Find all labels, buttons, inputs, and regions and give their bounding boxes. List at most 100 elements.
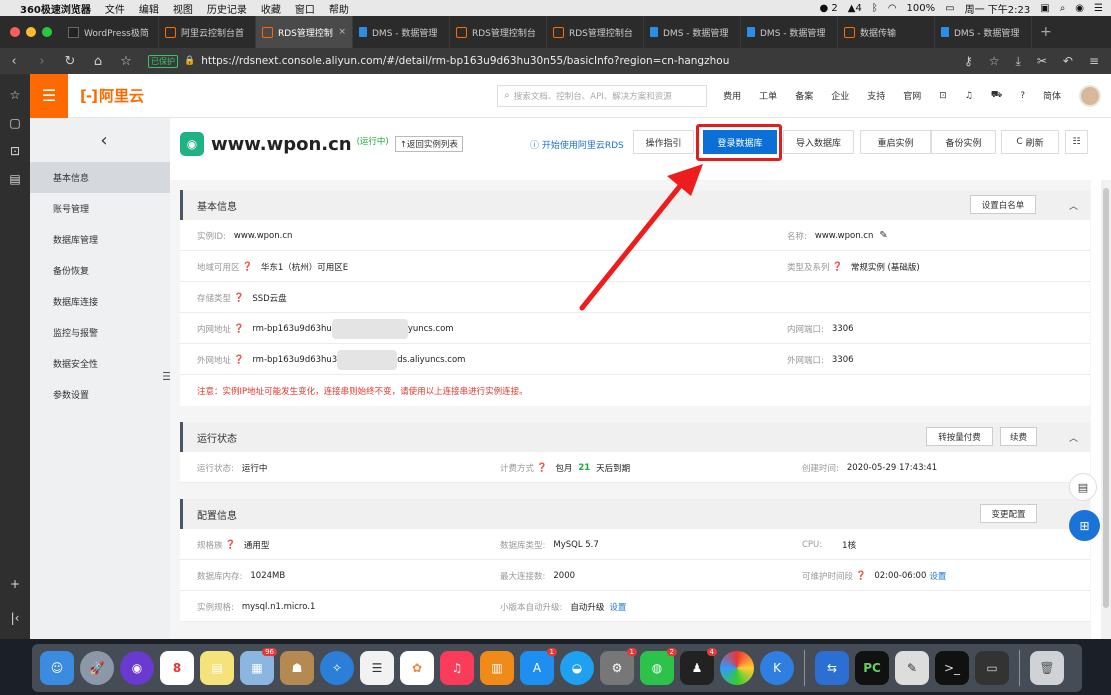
sidebar-item[interactable]: 数据库管理 [30, 224, 170, 255]
bell-icon[interactable]: ♫ [965, 91, 973, 101]
books-icon[interactable]: ▥ [480, 651, 514, 685]
trash-icon[interactable]: 🗑 [1030, 651, 1064, 685]
backup-button[interactable]: 备份实例 [931, 130, 996, 154]
close-window-button[interactable] [10, 27, 20, 37]
bookmark-star-icon[interactable]: ☆ [112, 54, 140, 69]
sidebar-item[interactable]: 数据安全性 [30, 348, 170, 379]
restart-button[interactable]: 重启实例 [860, 130, 931, 154]
home-icon[interactable]: ⌂ [84, 54, 112, 69]
browser-tab[interactable]: DMS - 数据管理 [935, 16, 1032, 48]
url-field[interactable]: 已保护 🔒 https://rdsnext.console.aliyun.com… [148, 54, 729, 68]
extranet-help-icon[interactable]: ❓ [231, 355, 245, 365]
url-text[interactable]: https://rdsnext.console.aliyun.com/#/det… [201, 55, 729, 67]
teamviewer-icon[interactable]: ⇆ [815, 651, 849, 685]
terminal-dock-icon[interactable]: >_ [935, 651, 969, 685]
notes-icon[interactable]: ▤ [200, 651, 234, 685]
browser-tab[interactable]: RDS管理控制 × [256, 16, 353, 48]
wechat-status-icon[interactable]: ● 2 [819, 3, 837, 14]
browser-tab[interactable]: 阿里云控制台首 [159, 16, 256, 48]
download-icon[interactable]: ⤓ [1016, 54, 1021, 69]
help-link[interactable]: ⓘ 开始使用阿里云RDS [530, 138, 624, 151]
collapse-sidebar-icon[interactable]: |‹ [11, 611, 20, 625]
spotlight-icon[interactable]: ⌕ [1060, 3, 1066, 14]
hamburger-icon[interactable]: ☰ [30, 74, 68, 118]
forward-icon[interactable]: › [28, 54, 56, 69]
renew-button[interactable]: 续费 [1000, 427, 1037, 446]
add-sidebar-icon[interactable]: + [10, 577, 20, 591]
type-help-icon[interactable]: ❓ [830, 262, 843, 272]
qq-icon[interactable]: ♟ 4 [680, 648, 717, 685]
menu-window[interactable]: 窗口 [295, 1, 315, 16]
browser-tab[interactable]: WordPress极简 [62, 16, 159, 48]
photos-icon[interactable]: ✿ [400, 651, 434, 685]
nav-enterprise[interactable]: 企业 [831, 89, 849, 102]
maximize-window-button[interactable] [42, 27, 52, 37]
aliyun-logo[interactable]: [-] 阿里云 [80, 85, 144, 106]
browser-tab[interactable]: DMS - 数据管理 [644, 16, 741, 48]
intranet-help-icon[interactable]: ❓ [231, 324, 245, 334]
browser-tab[interactable]: RDS管理控制台 [450, 16, 547, 48]
battery-text[interactable]: 100% [907, 3, 936, 14]
sidebar-item[interactable]: 基本信息 [30, 162, 170, 193]
back-chevron-icon[interactable]: ‹ [38, 118, 170, 162]
pay-as-you-go-button[interactable]: 转按量付费 [926, 427, 993, 446]
calendar-icon[interactable]: 8 [160, 651, 194, 685]
refresh-button[interactable]: C 刷新 [1001, 130, 1059, 154]
nav-icp[interactable]: 备案 [795, 89, 813, 102]
apps-grid-icon[interactable]: ⊞ [1069, 510, 1100, 541]
sidebar-item[interactable]: 监控与报警 [30, 317, 170, 348]
storage-help-icon[interactable]: ❓ [231, 293, 245, 303]
wechat-icon[interactable]: ◍ 2 [640, 648, 677, 685]
browser-tab[interactable]: DMS - 数据管理 [741, 16, 838, 48]
screenshot-sidebar-icon[interactable]: ⊡ [10, 144, 20, 158]
scissors-icon[interactable]: ✂ [1037, 54, 1047, 69]
reload-icon[interactable]: ↻ [56, 54, 84, 69]
maint-set-link[interactable]: 设置 [929, 570, 946, 582]
ssh-terminal-icon[interactable]: ▭ [975, 651, 1009, 685]
system-prefs-icon[interactable]: ⚙ 1 [600, 648, 637, 685]
nav-official[interactable]: 官网 [903, 89, 921, 102]
preview-icon[interactable]: ▦ 96 [240, 648, 277, 685]
pycharm-icon[interactable]: PC [855, 651, 889, 685]
avatar[interactable] [1079, 84, 1101, 107]
sidebar-item[interactable]: 参数设置 [30, 379, 170, 410]
cart-icon[interactable]: ⛟ [991, 90, 1002, 101]
textedit-icon[interactable]: ✎ [895, 651, 929, 685]
console-search-input[interactable]: ⌕ 搜索文档、控制台、API、解决方案和资源 [497, 84, 708, 107]
upgrade-set-link[interactable]: 设置 [609, 601, 626, 613]
nav-ticket[interactable]: 工单 [759, 89, 777, 102]
edit-pencil-icon[interactable]: ✎ [879, 230, 887, 241]
key-icon[interactable]: ⚷ [964, 54, 973, 69]
zone-help-icon[interactable]: ❓ [240, 262, 253, 272]
siri-icon[interactable]: ◉ [1075, 3, 1084, 14]
menu-file[interactable]: 文件 [105, 1, 125, 16]
minimize-window-button[interactable] [26, 27, 36, 37]
favorites-sidebar-icon[interactable]: ☆ [10, 88, 21, 102]
back-to-list-button[interactable]: ↑返回实例列表 [394, 136, 463, 152]
clock[interactable]: 周一 下午2:23 [965, 1, 1031, 16]
menu-help[interactable]: 帮助 [329, 1, 349, 16]
help-icon[interactable]: ? [1020, 91, 1025, 101]
launchpad-icon[interactable]: 🚀 [80, 651, 114, 685]
reading-sidebar-icon[interactable]: ▢ [9, 116, 20, 130]
language-switch[interactable]: 简体 [1043, 89, 1061, 102]
browser-tab[interactable]: 数据传输 [838, 16, 935, 48]
safari-icon[interactable]: ✧ [320, 651, 354, 685]
messages-icon[interactable]: ◒ [560, 651, 594, 685]
appstore-icon[interactable]: A1 [520, 648, 557, 685]
browser-tab[interactable]: DMS - 数据管理 [353, 16, 450, 48]
wifi-icon[interactable]: ◠ [888, 3, 897, 14]
menu-history[interactable]: 历史记录 [207, 1, 247, 16]
notes-sidebar-icon[interactable]: ▤ [9, 172, 20, 186]
feedback-chat-icon[interactable]: ▤ [1069, 473, 1097, 501]
sidebar-item[interactable]: 账号管理 [30, 193, 170, 224]
sidebar-item[interactable]: 备份恢复 [30, 255, 170, 286]
terminal-icon[interactable]: ⊡ [939, 91, 947, 101]
app-name[interactable]: 360极速浏览器 [20, 1, 91, 16]
billing-help-icon[interactable]: ❓ [534, 463, 548, 473]
bell-status-icon[interactable]: ▲4 [848, 3, 862, 14]
music-icon[interactable]: ♫ [440, 651, 474, 685]
360-browser-icon[interactable] [720, 651, 754, 685]
menu-view[interactable]: 视图 [173, 1, 193, 16]
maint-help-icon[interactable]: ❓ [853, 571, 867, 581]
